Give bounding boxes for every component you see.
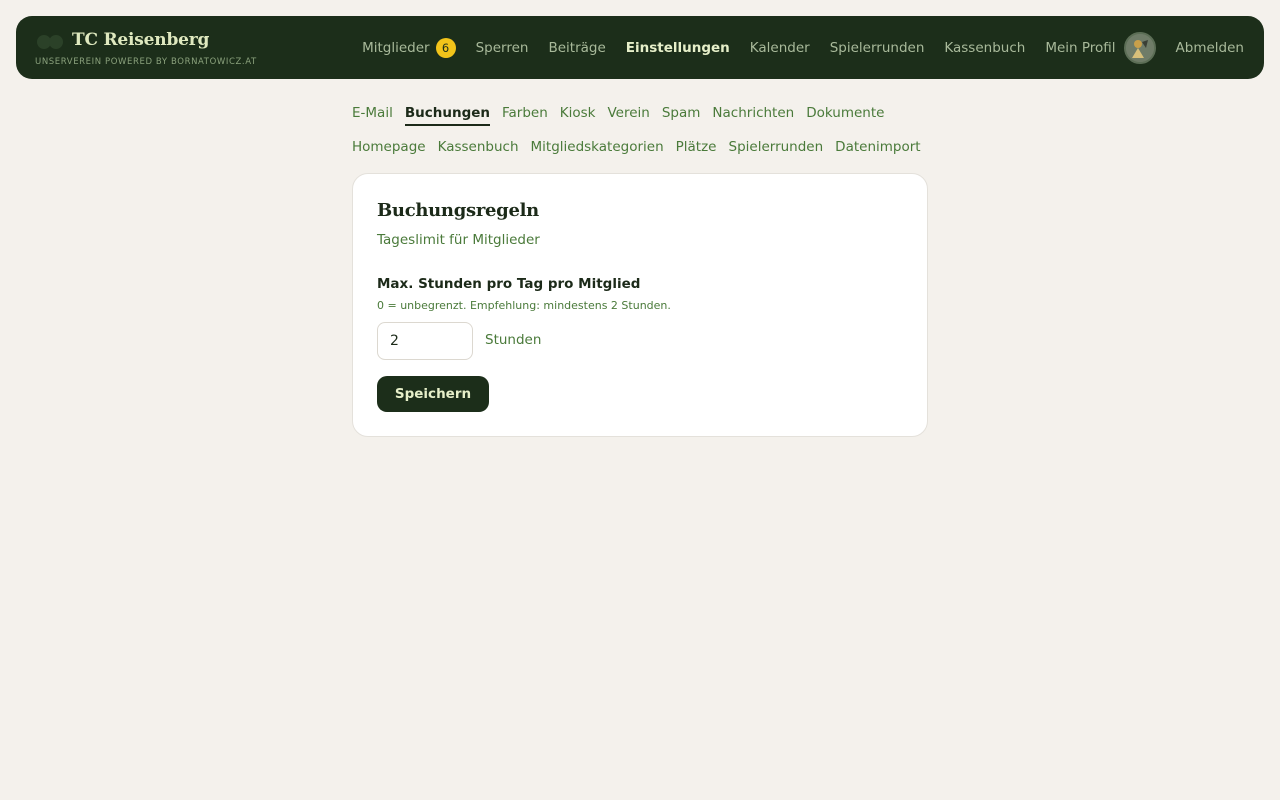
avatar-image-icon (1125, 33, 1154, 62)
nav-item-logout[interactable]: Abmelden (1176, 40, 1244, 56)
card-title: Buchungsregeln (377, 200, 539, 221)
card-subtitle: Tageslimit für Mitglieder (377, 232, 540, 248)
avatar (1123, 31, 1156, 64)
settings-tabs-row-2: Homepage Kassenbuch Mitgliedskategorien … (352, 138, 952, 158)
nav-item-members[interactable]: Mitglieder 6 (362, 37, 456, 58)
tab-courts[interactable]: Plätze (676, 138, 717, 158)
top-navigation-bar: TC Reisenberg UNSERVEREIN POWERED BY BOR… (16, 16, 1264, 79)
main-nav: Mitglieder 6 Sperren Beiträge Einstellun… (362, 16, 1244, 79)
tab-member-categories[interactable]: Mitgliedskategorien (531, 138, 664, 158)
max-hours-hint: 0 = unbegrenzt. Empfehlung: mindestens 2… (377, 299, 671, 312)
settings-tabs-row-1: E-Mail Buchungen Farben Kiosk Verein Spa… (352, 104, 952, 126)
nav-item-calendar[interactable]: Kalender (750, 40, 810, 56)
tab-documents[interactable]: Dokumente (806, 104, 884, 126)
tab-data-import[interactable]: Datenimport (835, 138, 920, 158)
nav-item-label: Mein Profil (1045, 39, 1116, 56)
nav-item-settings[interactable]: Einstellungen (626, 40, 730, 56)
nav-item-locks[interactable]: Sperren (476, 40, 529, 56)
tab-cashbook[interactable]: Kassenbuch (438, 138, 519, 158)
save-button[interactable]: Speichern (377, 376, 489, 412)
tab-email[interactable]: E-Mail (352, 104, 393, 126)
tab-kiosk[interactable]: Kiosk (560, 104, 596, 126)
nav-item-cashbook[interactable]: Kassenbuch (944, 40, 1025, 56)
club-name: TC Reisenberg (72, 30, 210, 50)
max-hours-input[interactable] (377, 322, 473, 360)
tab-player-rounds[interactable]: Spielerrunden (729, 138, 824, 158)
members-count-badge: 6 (435, 37, 456, 58)
booking-rules-card: Buchungsregeln Tageslimit für Mitglieder… (352, 173, 928, 437)
nav-item-profile[interactable]: Mein Profil (1045, 31, 1156, 64)
tab-spam[interactable]: Spam (662, 104, 701, 126)
brand-tagline: UNSERVEREIN POWERED BY BORNATOWICZ.AT (35, 57, 257, 67)
club-logo-icon (37, 35, 63, 49)
nav-item-player-rounds[interactable]: Spielerrunden (830, 40, 925, 56)
nav-item-label: Mitglieder (362, 39, 430, 56)
tab-bookings[interactable]: Buchungen (404, 104, 490, 126)
tab-club[interactable]: Verein (608, 104, 650, 126)
tab-colors[interactable]: Farben (502, 104, 548, 126)
tab-messages[interactable]: Nachrichten (712, 104, 794, 126)
nav-item-fees[interactable]: Beiträge (548, 40, 605, 56)
tab-homepage[interactable]: Homepage (352, 138, 426, 158)
max-hours-label: Max. Stunden pro Tag pro Mitglied (377, 276, 641, 292)
hours-unit-label: Stunden (485, 332, 542, 348)
